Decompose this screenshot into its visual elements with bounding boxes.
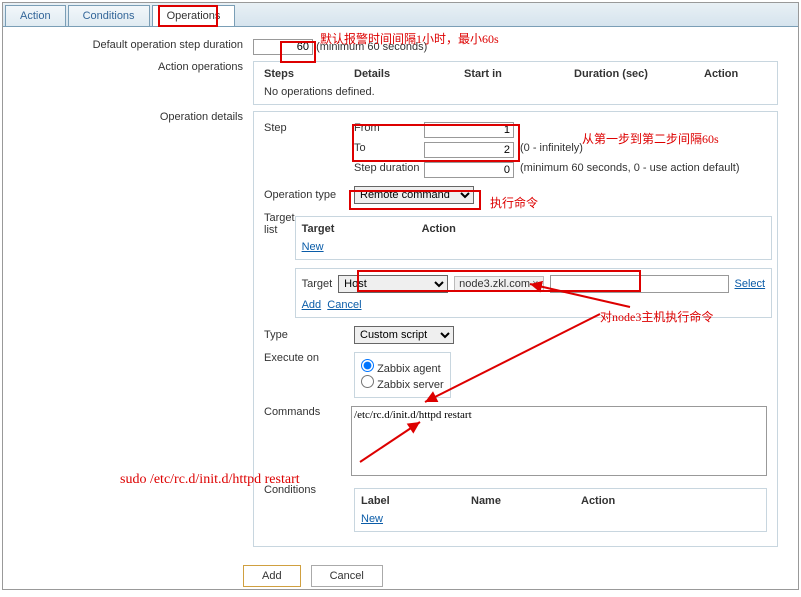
- add-button[interactable]: Add: [243, 565, 301, 587]
- input-step-duration[interactable]: [424, 162, 514, 178]
- label-from: From: [354, 122, 424, 138]
- select-script-type[interactable]: Custom script: [354, 326, 454, 344]
- chip-host-remove-icon[interactable]: ×: [532, 278, 538, 290]
- hint-infinite: (0 - infinitely): [520, 142, 583, 158]
- label-step-duration: Step duration: [354, 162, 424, 178]
- col-cond-label: Label: [361, 495, 471, 507]
- col-duration: Duration (sec): [574, 68, 704, 80]
- label-type: Type: [264, 329, 354, 341]
- col-cond-action: Action: [581, 495, 615, 507]
- input-default-step-duration[interactable]: [253, 39, 313, 55]
- label-operation-details: Operation details: [3, 111, 253, 549]
- col-action: Action: [704, 68, 738, 80]
- label-action-operations: Action operations: [3, 61, 253, 105]
- label-target: Target: [302, 278, 333, 290]
- link-cancel-target[interactable]: Cancel: [327, 299, 361, 311]
- col-steps: Steps: [264, 68, 354, 80]
- col-target: Target: [302, 223, 422, 235]
- col-target-action: Action: [422, 223, 456, 235]
- link-select-target[interactable]: Select: [735, 278, 766, 290]
- input-step-to[interactable]: [424, 142, 514, 158]
- label-execute-on: Execute on: [264, 352, 354, 398]
- col-details: Details: [354, 68, 464, 80]
- label-to: To: [354, 142, 424, 158]
- select-operation-type[interactable]: Remote command: [354, 186, 474, 204]
- no-operations-text: No operations defined.: [264, 86, 767, 98]
- hint-step-duration: (minimum 60 seconds, 0 - use action defa…: [520, 162, 740, 178]
- chip-host: node3.zkl.com×: [454, 276, 543, 292]
- cancel-button[interactable]: Cancel: [311, 565, 383, 587]
- tab-operations[interactable]: Operations: [152, 5, 236, 26]
- label-step: Step: [264, 122, 354, 138]
- col-start-in: Start in: [464, 68, 574, 80]
- radio-zabbix-server[interactable]: [361, 375, 374, 388]
- select-target-type[interactable]: Host: [338, 275, 448, 293]
- tab-conditions[interactable]: Conditions: [68, 5, 150, 26]
- link-add-target[interactable]: Add: [302, 299, 322, 311]
- link-new-target[interactable]: New: [302, 241, 324, 253]
- col-cond-name: Name: [471, 495, 581, 507]
- input-step-from[interactable]: [424, 122, 514, 138]
- input-target-search[interactable]: [550, 275, 729, 293]
- tab-action[interactable]: Action: [5, 5, 66, 26]
- hint-default-step: (minimum 60 seconds): [316, 41, 427, 53]
- label-commands: Commands: [264, 406, 351, 476]
- radio-zabbix-agent[interactable]: [361, 359, 374, 372]
- label-operation-type: Operation type: [264, 189, 354, 201]
- link-new-condition[interactable]: New: [361, 513, 383, 525]
- textarea-commands[interactable]: /etc/rc.d/init.d/httpd restart: [351, 406, 767, 476]
- label-default-step-duration: Default operation step duration: [3, 39, 253, 55]
- label-target-list: Target list: [264, 212, 295, 318]
- label-conditions: Conditions: [264, 484, 354, 532]
